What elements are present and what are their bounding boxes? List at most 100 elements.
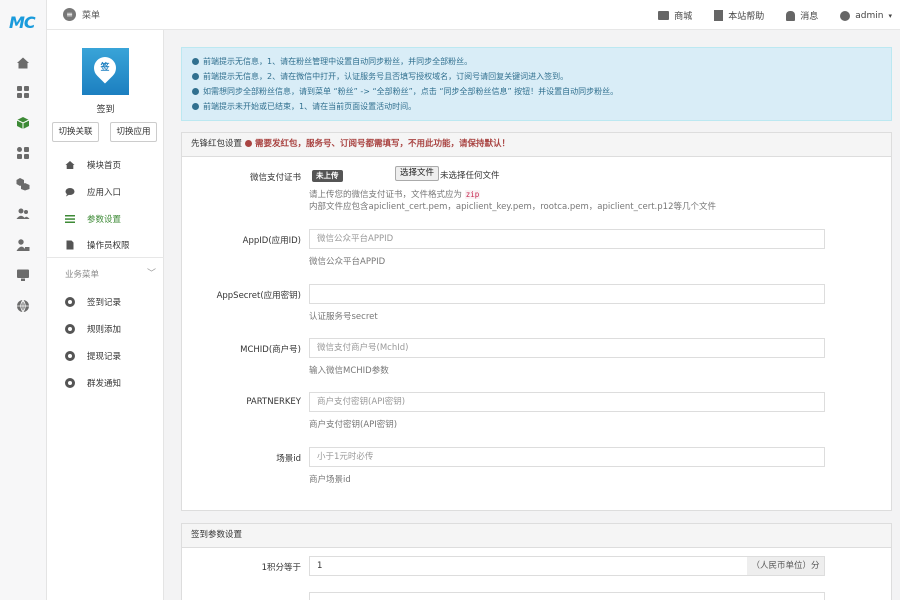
apps-icon[interactable] bbox=[15, 145, 31, 161]
messages-label: 消息 bbox=[800, 12, 819, 22]
main-content: 前端提示无信息，1、请在粉丝管理中设置自动同步粉丝，并同步全部粉丝。 前端提示无… bbox=[164, 30, 900, 600]
business-menu-title: 业务菜单 bbox=[65, 270, 100, 280]
info-icon bbox=[192, 88, 199, 95]
alert-line: 前端提示未开始或已结束，1、请在当前页面设置活动时间。 bbox=[192, 99, 881, 114]
info-icon bbox=[192, 58, 199, 65]
appid-input[interactable] bbox=[309, 229, 825, 249]
nav-label: 签到记录 bbox=[87, 298, 122, 308]
gear-icon bbox=[65, 351, 75, 361]
nav-rule-add[interactable]: 规则添加 bbox=[47, 317, 164, 341]
field-label: AppSecret(应用密钥) bbox=[216, 291, 301, 301]
messages-link[interactable]: 消息 bbox=[786, 9, 818, 22]
nav-operator-permissions[interactable]: 操作员权限 bbox=[47, 233, 164, 257]
panel-heading: 先锋红包设置 需要发红包，服务号、订阅号都需填写，不用此功能，请保持默认！ bbox=[182, 133, 891, 157]
scene-id-input[interactable] bbox=[309, 447, 825, 467]
checkin-settings-panel: 签到参数设置 1积分等于 （人民币单位）分 bbox=[181, 523, 892, 600]
info-icon bbox=[192, 103, 199, 110]
nav-withdraw-records[interactable]: 提现记录 bbox=[47, 344, 164, 368]
field-help: 认证服务号secret bbox=[309, 312, 378, 322]
switch-relation-button[interactable]: 切换关联 bbox=[52, 122, 99, 142]
nav-label: 群发通知 bbox=[87, 379, 122, 389]
menu-toggle[interactable]: ≡ 菜单 bbox=[63, 8, 100, 21]
field-help: 输入微信MCHID参数 bbox=[309, 366, 389, 376]
mchid-input[interactable] bbox=[309, 338, 825, 358]
appsecret-input[interactable] bbox=[309, 284, 825, 304]
cert-format-code: zip bbox=[464, 190, 481, 199]
cert-help-text: 请上传您的微信支付证书，文件格式应为 bbox=[309, 190, 463, 200]
file-icon bbox=[66, 240, 74, 250]
redpack-settings-panel: 先锋红包设置 需要发红包，服务号、订阅号都需填写，不用此功能，请保持默认！ 微信支… bbox=[181, 132, 892, 511]
nav-param-settings[interactable]: 参数设置 bbox=[47, 207, 164, 231]
nav-label: 模块首页 bbox=[87, 161, 122, 171]
field-label: AppID(应用ID) bbox=[242, 236, 301, 246]
module-sidebar: 签 签到 切换关联 切换应用 模块首页 应用入口 参数设置 操作员权限 业务菜单… bbox=[47, 30, 164, 600]
book-icon bbox=[714, 10, 724, 21]
alert-text: 前端提示未开始或已结束，1、请在当前页面设置活动时间。 bbox=[203, 102, 417, 111]
gear-icon bbox=[65, 297, 75, 307]
field-label: PARTNERKEY bbox=[246, 397, 301, 407]
comment-icon bbox=[65, 188, 75, 197]
home-icon bbox=[65, 161, 75, 169]
nav-app-entry[interactable]: 应用入口 bbox=[47, 180, 164, 204]
panel-title: 先锋红包设置 bbox=[191, 139, 243, 149]
nav-mass-notice[interactable]: 群发通知 bbox=[47, 371, 164, 395]
panel-title: 签到参数设置 bbox=[191, 530, 243, 540]
list-icon bbox=[65, 215, 75, 223]
user-icon bbox=[840, 10, 851, 21]
shop-label: 商城 bbox=[674, 12, 693, 22]
shop-icon bbox=[658, 11, 670, 20]
module-logo-glyph: 签 bbox=[100, 63, 110, 73]
cert-help-line2: 内部文件应包含apiclient_cert.pem，apiclient_key.… bbox=[309, 202, 716, 212]
users-icon[interactable] bbox=[15, 206, 31, 222]
gear-icon bbox=[65, 324, 75, 334]
home-icon[interactable] bbox=[15, 55, 31, 71]
choose-file-button[interactable]: 选择文件 bbox=[395, 166, 440, 181]
file-status: 未选择任何文件 bbox=[440, 171, 500, 181]
field-help: 微信公众平台APPID bbox=[309, 257, 386, 267]
shop-link[interactable]: 商城 bbox=[658, 9, 692, 22]
location-pin-icon: 签 bbox=[89, 52, 121, 84]
chevron-down-icon[interactable]: ﹀ bbox=[147, 266, 156, 279]
nav-module-home[interactable]: 模块首页 bbox=[47, 153, 164, 177]
points-label: 1积分等于 bbox=[261, 563, 301, 573]
cubes-icon[interactable] bbox=[15, 176, 31, 192]
help-label: 本站帮助 bbox=[728, 12, 765, 22]
field-label: MCHID(商户号) bbox=[240, 345, 301, 355]
nav-checkin-records[interactable]: 签到记录 bbox=[47, 290, 164, 314]
nav-label: 操作员权限 bbox=[87, 241, 130, 251]
points-input[interactable] bbox=[309, 556, 748, 576]
field-help: 商户支付密钥(API密钥) bbox=[309, 420, 398, 430]
alert-line: 前端提示无信息，2、请在微信中打开，认证服务号且否填写授权域名，订阅号请回复关键… bbox=[192, 69, 881, 84]
app-logo[interactable]: MC bbox=[9, 13, 39, 35]
top-bar: ≡ 菜单 商城 本站帮助 消息 admin ▾ bbox=[47, 0, 900, 30]
partnerkey-input[interactable] bbox=[309, 392, 825, 412]
user-lock-icon[interactable] bbox=[15, 237, 31, 253]
info-alert: 前端提示无信息，1、请在粉丝管理中设置自动同步粉丝，并同步全部粉丝。 前端提示无… bbox=[181, 47, 892, 121]
warning-icon bbox=[245, 140, 253, 147]
menu-label: 菜单 bbox=[82, 11, 101, 21]
menu-icon: ≡ bbox=[63, 8, 76, 21]
next-field-input[interactable] bbox=[309, 592, 825, 600]
nav-label: 参数设置 bbox=[87, 215, 122, 225]
switch-app-button[interactable]: 切换应用 bbox=[110, 122, 157, 142]
grid-icon[interactable] bbox=[15, 84, 31, 100]
monitor-icon[interactable] bbox=[15, 267, 31, 283]
alert-text: 前端提示无信息，1、请在粉丝管理中设置自动同步粉丝，并同步全部粉丝。 bbox=[203, 57, 473, 66]
globe-icon[interactable] bbox=[15, 298, 31, 314]
alert-line: 如需想同步全部粉丝信息，请到菜单 “粉丝” -> “全部粉丝”，点击 “同步全部… bbox=[192, 84, 881, 99]
panel-heading: 签到参数设置 bbox=[182, 524, 891, 548]
points-unit-addon: （人民币单位）分 bbox=[747, 556, 825, 576]
alert-text: 前端提示无信息，2、请在微信中打开，认证服务号且否填写授权域名，订阅号请回复关键… bbox=[203, 72, 569, 81]
panel-warning: 需要发红包，服务号、订阅号都需填写，不用此功能，请保持默认！ bbox=[255, 139, 511, 149]
nav-label: 应用入口 bbox=[87, 188, 122, 198]
nav-divider bbox=[47, 257, 164, 258]
user-menu[interactable]: admin ▾ bbox=[840, 10, 892, 21]
cert-label: 微信支付证书 bbox=[249, 173, 301, 183]
cert-help: 请上传您的微信支付证书，文件格式应为 zip bbox=[309, 188, 481, 200]
gear-icon bbox=[65, 378, 75, 388]
field-label: 场景id bbox=[276, 454, 301, 464]
module-name: 签到 bbox=[96, 105, 115, 115]
cube-icon[interactable] bbox=[15, 115, 31, 131]
user-name: admin bbox=[855, 10, 884, 21]
help-link[interactable]: 本站帮助 bbox=[714, 9, 764, 22]
